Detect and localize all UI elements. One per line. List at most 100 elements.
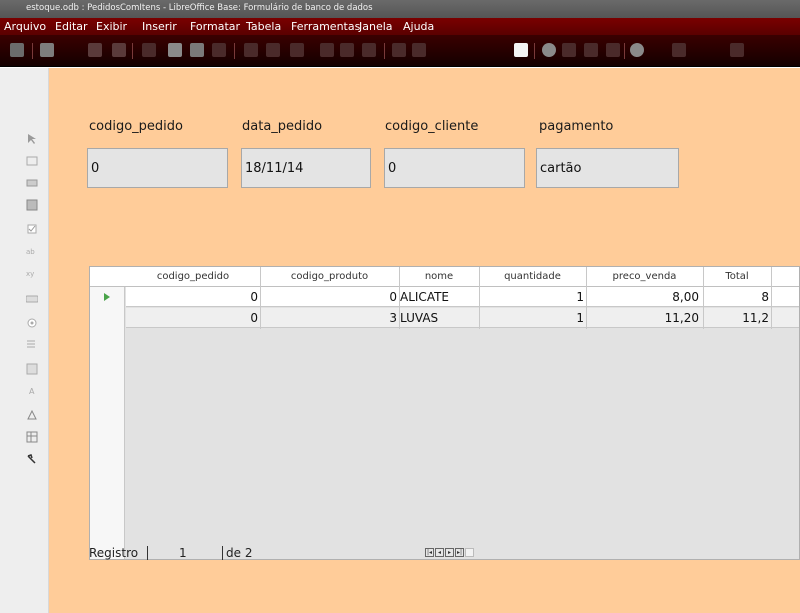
cell-preco-venda[interactable]: 11,20 bbox=[586, 311, 699, 325]
print-icon[interactable] bbox=[168, 43, 182, 57]
cell-quantidade[interactable]: 1 bbox=[479, 290, 584, 304]
wizard-icon[interactable] bbox=[26, 406, 38, 420]
push-button-icon[interactable] bbox=[25, 290, 39, 303]
cell-codigo-pedido[interactable]: 0 bbox=[126, 290, 258, 304]
col-header-total[interactable]: Total bbox=[703, 271, 771, 282]
record-label: Registro bbox=[89, 546, 139, 560]
cell-codigo-produto[interactable]: 0 bbox=[260, 290, 397, 304]
toolbar-separator bbox=[534, 43, 535, 59]
record-number-input[interactable]: 1 bbox=[179, 546, 187, 560]
radio-icon[interactable] bbox=[26, 314, 38, 328]
cell-nome[interactable]: ALICATE bbox=[400, 290, 476, 304]
col-header-nome[interactable]: nome bbox=[399, 271, 479, 282]
menu-editar[interactable]: Editar bbox=[55, 20, 88, 33]
controls-icon[interactable] bbox=[514, 43, 528, 57]
codigo-pedido-field[interactable]: 0 bbox=[87, 148, 228, 188]
grid-icon[interactable] bbox=[26, 428, 38, 443]
col-header-codigo-pedido[interactable]: codigo_pedido bbox=[126, 271, 260, 282]
svg-text:ab: ab bbox=[26, 248, 35, 256]
column-divider[interactable] bbox=[771, 267, 772, 329]
zoom-icon[interactable] bbox=[672, 43, 686, 57]
builder-icon[interactable] bbox=[26, 450, 38, 464]
combo-icon[interactable] bbox=[26, 360, 38, 375]
label-icon[interactable] bbox=[26, 152, 38, 166]
standard-toolbar bbox=[0, 35, 800, 67]
column-divider[interactable] bbox=[586, 267, 587, 329]
cut-icon[interactable] bbox=[244, 43, 258, 57]
format-paint-icon[interactable] bbox=[320, 43, 334, 57]
table-row[interactable]: 0 0 ALICATE 1 8,00 8 bbox=[126, 287, 799, 307]
cell-codigo-produto[interactable]: 3 bbox=[260, 311, 397, 325]
cell-quantidade[interactable]: 1 bbox=[479, 311, 584, 325]
next-record-icon[interactable]: ▸ bbox=[445, 548, 454, 557]
record-count: de 2 bbox=[226, 546, 253, 560]
table-row[interactable]: 0 3 LUVAS 1 11,20 11,2 bbox=[126, 308, 799, 328]
preview-icon[interactable] bbox=[190, 43, 204, 57]
toolbar-separator bbox=[624, 43, 625, 59]
title-bar: estoque.odb : PedidosComItens - LibreOff… bbox=[0, 0, 800, 18]
record-navigation-bar: Registro 1 de 2 |◂ ◂ ▸ ▸| bbox=[89, 546, 800, 560]
menu-tabela[interactable]: Tabela bbox=[246, 20, 281, 33]
col-header-codigo-produto[interactable]: codigo_produto bbox=[260, 271, 399, 282]
toggle-design-icon[interactable] bbox=[10, 43, 24, 57]
open-icon[interactable] bbox=[40, 43, 54, 57]
toolbar-separator bbox=[132, 43, 133, 59]
codigo-cliente-field[interactable]: 0 bbox=[384, 148, 525, 188]
menu-ferramentas[interactable]: Ferramentas bbox=[291, 20, 360, 33]
col-header-preco-venda[interactable]: preco_venda bbox=[586, 271, 703, 282]
column-divider[interactable] bbox=[260, 267, 261, 329]
checkbox-icon[interactable] bbox=[26, 220, 38, 234]
select-icon[interactable] bbox=[26, 130, 38, 144]
cell-total[interactable]: 8 bbox=[703, 290, 769, 304]
textbox-icon[interactable] bbox=[26, 174, 38, 187]
undo-icon[interactable] bbox=[340, 43, 354, 57]
cell-total[interactable]: 11,2 bbox=[703, 311, 769, 325]
table-icon[interactable] bbox=[412, 43, 426, 57]
edit-icon[interactable] bbox=[112, 43, 126, 57]
current-row-marker-icon bbox=[104, 293, 110, 301]
pdf-icon[interactable] bbox=[142, 43, 156, 57]
option-icon[interactable]: ab bbox=[26, 242, 38, 256]
toolbar-separator bbox=[234, 43, 235, 59]
form-icon[interactable] bbox=[26, 196, 38, 211]
codigo-pedido-value: 0 bbox=[91, 161, 100, 176]
menu-exibir[interactable]: Exibir bbox=[96, 20, 127, 33]
first-record-icon[interactable]: |◂ bbox=[425, 548, 434, 557]
previous-record-icon[interactable]: ◂ bbox=[435, 548, 444, 557]
column-divider[interactable] bbox=[703, 267, 704, 329]
formatting-marks-icon[interactable] bbox=[606, 43, 620, 57]
data-pedido-field[interactable]: 18/11/14 bbox=[241, 148, 371, 188]
menu-janela[interactable]: Janela bbox=[359, 20, 393, 33]
menu-arquivo[interactable]: Arquivo bbox=[4, 20, 46, 33]
form-controls-toolbar: ab xy A bbox=[0, 68, 49, 613]
menu-inserir[interactable]: Inserir bbox=[142, 20, 177, 33]
help-icon[interactable] bbox=[630, 43, 644, 57]
hyperlink-icon[interactable] bbox=[392, 43, 406, 57]
copy-icon[interactable] bbox=[266, 43, 280, 57]
navigator-icon[interactable] bbox=[542, 43, 556, 57]
datasources-icon[interactable] bbox=[584, 43, 598, 57]
paste-icon[interactable] bbox=[290, 43, 304, 57]
svg-text:A: A bbox=[29, 387, 35, 396]
redo-icon[interactable] bbox=[362, 43, 376, 57]
col-header-quantidade[interactable]: quantidade bbox=[479, 271, 586, 282]
codigo-cliente-value: 0 bbox=[388, 161, 397, 176]
gallery-icon[interactable] bbox=[562, 43, 576, 57]
menu-ajuda[interactable]: Ajuda bbox=[403, 20, 434, 33]
spelling-icon[interactable] bbox=[212, 43, 226, 57]
save-icon[interactable] bbox=[88, 43, 102, 57]
last-record-icon[interactable]: ▸| bbox=[455, 548, 464, 557]
column-divider[interactable] bbox=[479, 267, 480, 329]
cell-codigo-pedido[interactable]: 0 bbox=[126, 311, 258, 325]
pagamento-field[interactable]: cartão bbox=[536, 148, 679, 188]
image-icon[interactable] bbox=[730, 43, 744, 57]
text-icon[interactable]: A bbox=[26, 382, 38, 396]
new-record-icon[interactable] bbox=[465, 548, 474, 557]
column-divider[interactable] bbox=[399, 267, 400, 329]
list-icon[interactable] bbox=[26, 336, 38, 348]
menu-formatar[interactable]: Formatar bbox=[190, 20, 240, 33]
cell-nome[interactable]: LUVAS bbox=[400, 311, 476, 325]
spin-icon[interactable]: xy bbox=[26, 264, 38, 278]
cell-preco-venda[interactable]: 8,00 bbox=[586, 290, 699, 304]
items-table-grid[interactable]: codigo_pedido codigo_produto nome quanti… bbox=[89, 266, 800, 560]
